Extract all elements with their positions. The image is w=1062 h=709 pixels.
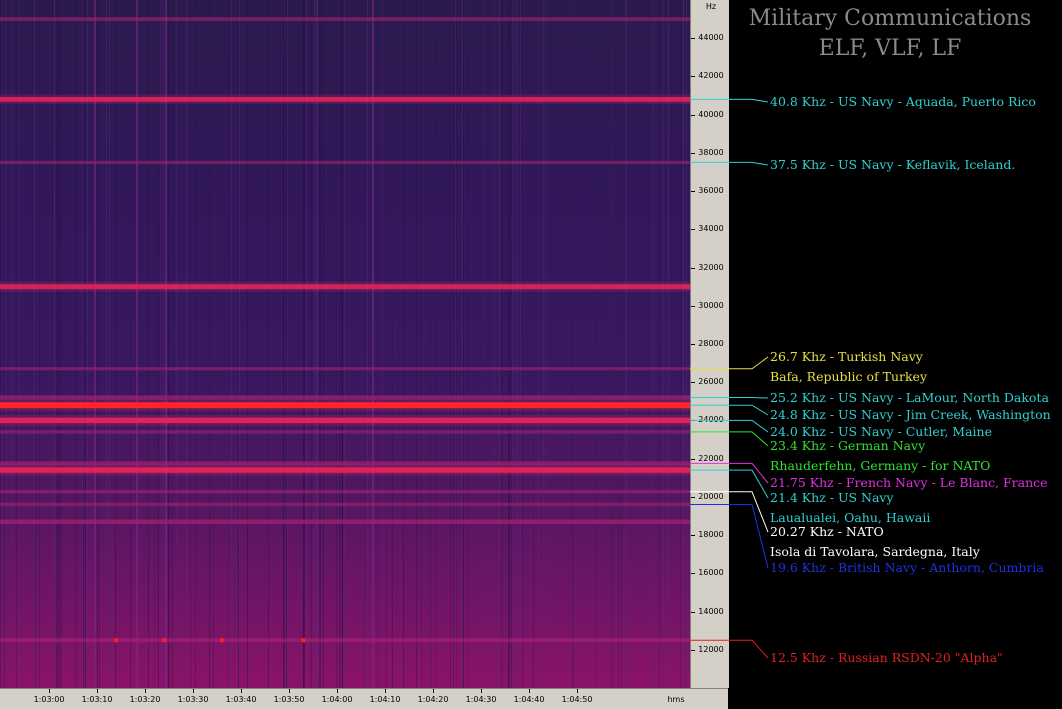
band-glow	[0, 399, 690, 412]
x-tick-label: 1:04:00	[321, 695, 353, 704]
annotation-label: 24.0 Khz - US Navy - Cutler, Maine	[770, 424, 992, 439]
x-tick-label: 1:04:20	[417, 695, 449, 704]
spectrogram-canvas	[0, 0, 690, 688]
signal-burst	[301, 638, 306, 643]
annotation-label: 37.5 Khz - US Navy - Keflavik, Iceland.	[770, 157, 1016, 172]
x-tick-label: 1:04:10	[369, 695, 401, 704]
y-tick-label: 24000	[698, 415, 724, 424]
y-tick-label: 34000	[698, 224, 724, 233]
y-tick-label: 38000	[698, 148, 724, 157]
band-glow	[0, 464, 690, 476]
annotation-label: Laualualei, Oahu, Hawaii	[770, 510, 931, 525]
x-tick	[577, 689, 578, 693]
x-tick-label: 1:04:40	[513, 695, 545, 704]
x-tick	[337, 689, 338, 693]
y-tick-label: 28000	[698, 339, 724, 348]
annotation-label: 19.6 Khz - British Navy - Anthorn, Cumbr…	[770, 560, 1044, 575]
x-tick	[529, 689, 530, 693]
chart-title-block: Military Communications ELF, VLF, LF	[728, 4, 1052, 64]
signal-burst	[219, 638, 224, 643]
y-tick-label: 14000	[698, 607, 724, 616]
x-tick	[145, 689, 146, 693]
y-tick-label: 44000	[698, 33, 724, 42]
frequency-band	[0, 638, 690, 643]
frequency-band	[0, 519, 690, 524]
x-tick	[385, 689, 386, 693]
spectrogram-plot	[0, 0, 690, 688]
annotation-label: 25.2 Khz - US Navy - LaMour, North Dakot…	[770, 390, 1049, 405]
y-tick-label: 12000	[698, 645, 724, 654]
frequency-band	[0, 430, 690, 434]
annotation-label: 21.4 Khz - US Navy	[770, 490, 894, 505]
frequency-band	[0, 502, 690, 507]
y-tick-label: 42000	[698, 71, 724, 80]
x-tick	[433, 689, 434, 693]
annotation-label: 20.27 Khz - NATO	[770, 524, 884, 539]
signal-burst	[162, 638, 167, 643]
x-unit-label: hms	[667, 695, 685, 704]
band-glow	[0, 415, 690, 426]
time-axis: hms 1:03:00 1:03:10 1:03:20 1:03:30 1:03:40 1…	[0, 688, 728, 709]
x-tick	[97, 689, 98, 693]
x-tick	[481, 689, 482, 693]
x-tick	[193, 689, 194, 693]
annotation-label: 40.8 Khz - US Navy - Aquada, Puerto Rico	[770, 94, 1036, 109]
frequency-band	[0, 395, 690, 400]
frequency-axis: Hz 12000 14000 16000 18000 20000 22000 24000 26…	[690, 0, 729, 688]
frequency-band	[0, 367, 690, 371]
x-tick-label: 1:03:20	[129, 695, 161, 704]
x-tick	[241, 689, 242, 693]
x-tick-label: 1:03:10	[81, 695, 113, 704]
chart-subtitle: ELF, VLF, LF	[818, 36, 962, 61]
annotation-label: 23.4 Khz - German Navy	[770, 438, 926, 453]
x-tick-label: 1:04:30	[465, 695, 497, 704]
y-tick-label: 32000	[698, 263, 724, 272]
y-tick-label: 16000	[698, 568, 724, 577]
y-tick-label: 18000	[698, 530, 724, 539]
frequency-band	[0, 160, 690, 164]
y-tick-label: 22000	[698, 454, 724, 463]
y-tick-label: 36000	[698, 186, 724, 195]
annotation-label: Isola di Tavolara, Sardegna, Italy	[770, 544, 980, 559]
x-tick-label: 1:03:00	[33, 695, 65, 704]
x-tick	[289, 689, 290, 693]
annotation-label: Rhauderfehn, Germany - for NATO	[770, 458, 991, 473]
y-tick-label: 30000	[698, 301, 724, 310]
y-unit-label: Hz	[705, 2, 717, 11]
y-tick-label: 40000	[698, 110, 724, 119]
annotation-label: 12.5 Khz - Russian RSDN-20 "Alpha"	[770, 650, 1003, 665]
x-tick-label: 1:03:50	[273, 695, 305, 704]
band-glow	[0, 281, 690, 292]
x-tick-label: 1:04:50	[561, 695, 593, 704]
x-tick	[49, 689, 50, 693]
band-glow	[0, 94, 690, 105]
x-tick-label: 1:03:40	[225, 695, 257, 704]
annotation-label: 21.75 Khz - French Navy - Le Blanc, Fran…	[770, 475, 1048, 490]
frequency-band	[0, 17, 690, 21]
signal-burst	[114, 638, 119, 643]
frequency-band	[0, 490, 690, 494]
y-tick-label: 26000	[698, 377, 724, 386]
y-tick-label: 20000	[698, 492, 724, 501]
annotation-label: 24.8 Khz - US Navy - Jim Creek, Washingt…	[770, 407, 1051, 422]
annotation-label: 26.7 Khz - Turkish Navy	[770, 349, 923, 364]
annotation-label: Bafa, Republic of Turkey	[770, 369, 928, 384]
x-tick-label: 1:03:30	[177, 695, 209, 704]
chart-title: Military Communications	[748, 6, 1032, 31]
